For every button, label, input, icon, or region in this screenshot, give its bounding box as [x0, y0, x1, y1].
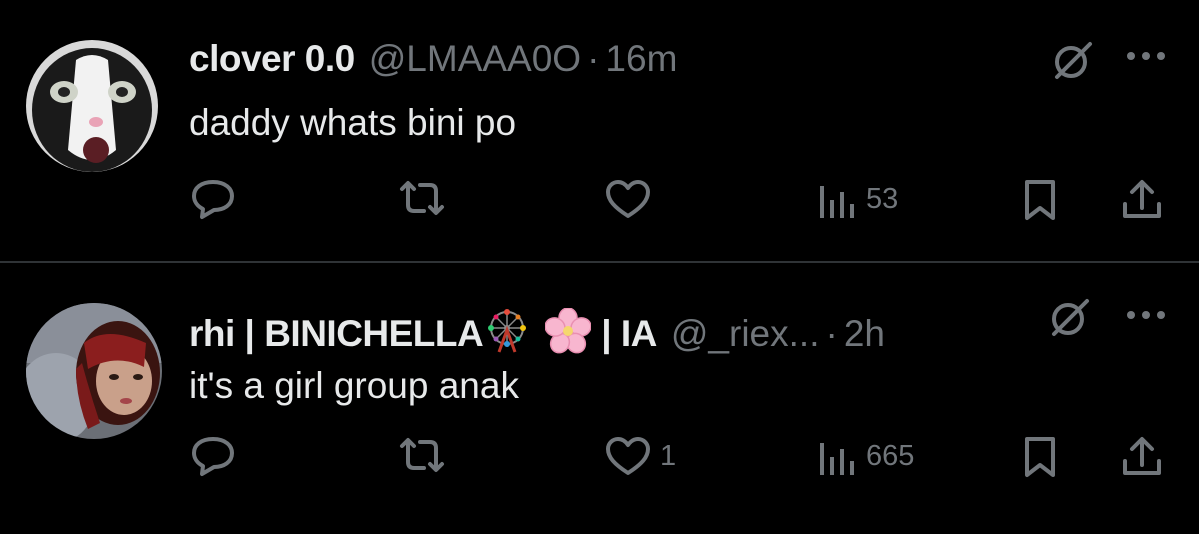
avatar[interactable]: [26, 40, 158, 172]
share-icon: [1120, 178, 1164, 222]
share-icon: [1120, 435, 1164, 479]
retweet-button[interactable]: [398, 178, 446, 218]
display-name[interactable]: rhi | BINICHELLA: [189, 313, 484, 355]
grok-icon[interactable]: [1053, 40, 1093, 80]
bookmark-icon: [1022, 435, 1058, 479]
timestamp[interactable]: 16m: [605, 38, 677, 80]
views-button[interactable]: 665: [818, 435, 914, 477]
separator-dot: ·: [587, 38, 600, 79]
user-handle[interactable]: @_riex...: [671, 313, 820, 355]
cherry-blossom-emoji: [545, 308, 592, 354]
more-icon[interactable]: [1124, 305, 1168, 325]
timestamp[interactable]: 2h: [844, 313, 885, 355]
bookmark-button[interactable]: [1022, 435, 1058, 479]
like-icon: [604, 178, 652, 220]
tweet-text: it's a girl group anak: [189, 365, 519, 406]
reply-icon: [190, 435, 236, 477]
views-button[interactable]: 53: [818, 178, 898, 220]
share-button[interactable]: [1120, 178, 1164, 222]
grok-icon[interactable]: [1050, 297, 1090, 337]
view-count: 53: [866, 182, 899, 215]
tweet-header: rhi | BINICHELLA | IA @_riex... · 2h: [189, 300, 885, 355]
display-name[interactable]: clover 0.0: [189, 38, 355, 80]
reply-button[interactable]: [190, 435, 236, 477]
separator-dot: ·: [825, 313, 838, 354]
tweet-header: clover 0.0 @LMAAA0O · 16m: [189, 38, 677, 80]
views-icon: [818, 178, 858, 220]
view-count: 665: [866, 439, 915, 472]
like-button[interactable]: [604, 178, 660, 220]
avatar[interactable]: [26, 303, 162, 439]
tweet[interactable]: clover 0.0 @LMAAA0O · 16m daddy whats bi…: [0, 0, 1199, 262]
like-button[interactable]: 1: [604, 435, 676, 477]
retweet-button[interactable]: [398, 435, 446, 475]
bookmark-icon: [1022, 178, 1058, 222]
retweet-icon: [398, 178, 446, 218]
retweet-icon: [398, 435, 446, 475]
user-handle[interactable]: @LMAAA0O: [369, 38, 581, 80]
reply-button[interactable]: [190, 178, 236, 220]
name-suffix[interactable]: | IA: [601, 313, 657, 355]
views-icon: [818, 435, 858, 477]
ferris-wheel-emoji: [485, 308, 529, 354]
share-button[interactable]: [1120, 435, 1164, 479]
tweet-text: daddy whats bini po: [189, 102, 517, 143]
like-icon: [604, 435, 652, 477]
more-icon[interactable]: [1124, 46, 1168, 66]
like-count: 1: [660, 439, 677, 472]
bookmark-button[interactable]: [1022, 178, 1058, 222]
reply-icon: [190, 178, 236, 220]
tweet[interactable]: rhi | BINICHELLA | IA @_riex... · 2h it'…: [0, 263, 1199, 534]
